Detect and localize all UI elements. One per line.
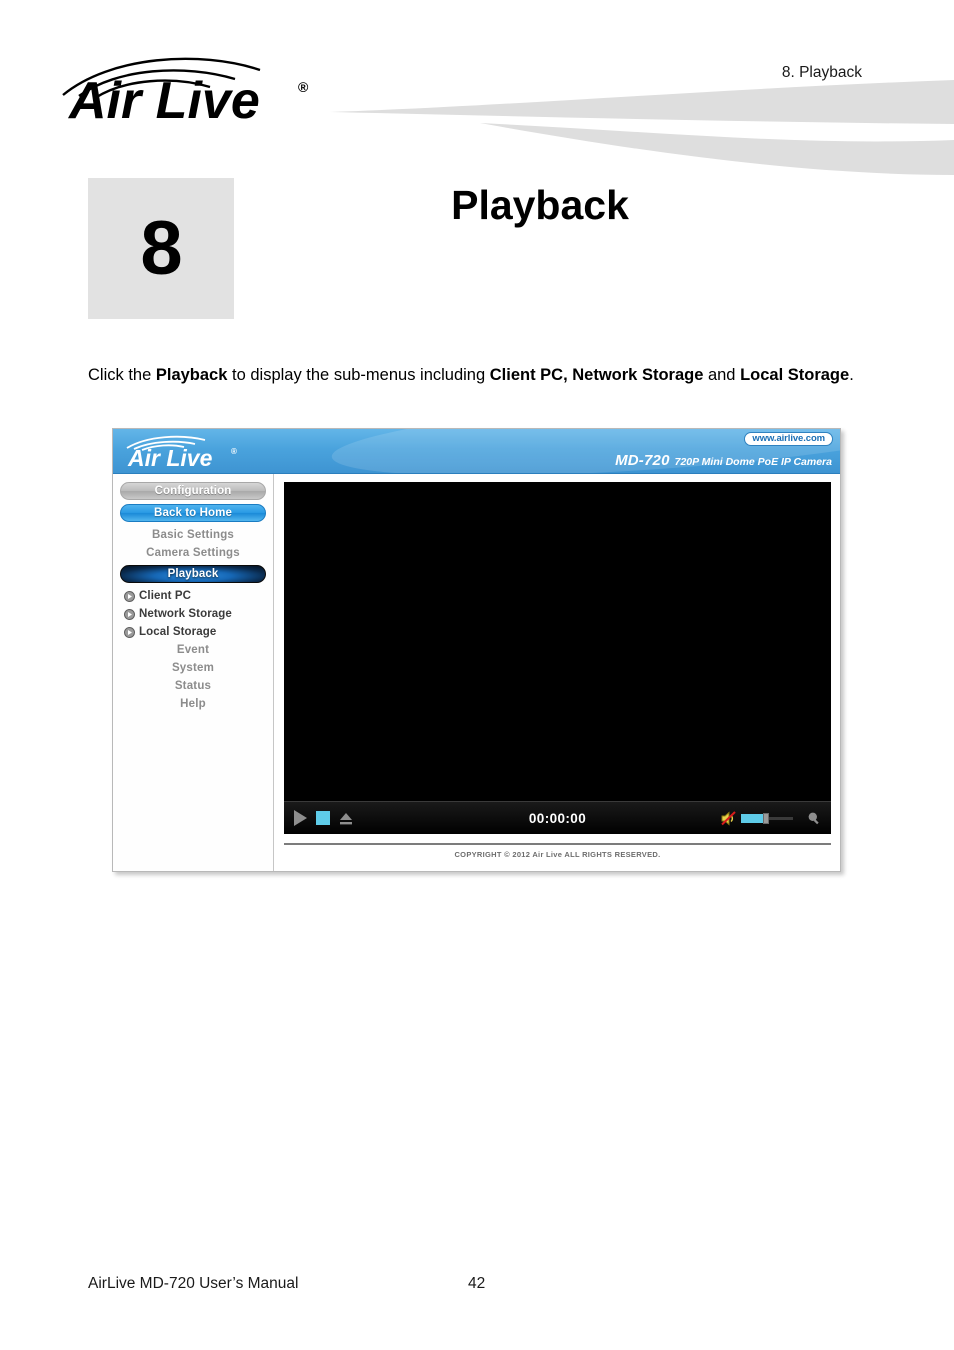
ui-sidebar-menu: Configuration Back to Home Basic Setting…: [113, 474, 274, 871]
sidebar-label-system: System: [171, 662, 215, 674]
sidebar-label-configuration: Configuration: [154, 485, 232, 497]
sidebar-item-system[interactable]: System: [113, 659, 273, 677]
sidebar-item-status[interactable]: Status: [113, 677, 273, 695]
sidebar-label-local-storage: Local Storage: [139, 626, 217, 638]
sidebar-item-client-pc[interactable]: Client PC: [113, 587, 273, 605]
intro-text-1: Click the: [88, 365, 156, 384]
volume-handle[interactable]: [763, 812, 769, 824]
sidebar-item-playback[interactable]: Playback: [120, 565, 266, 583]
intro-bold-client-pc-network-storage: Client PC, Network Storage: [489, 365, 704, 384]
video-player-panel: 00:00:00: [284, 482, 831, 834]
ui-model-description: 720P Mini Dome PoE IP Camera: [674, 456, 832, 468]
svg-text:®: ®: [231, 447, 237, 456]
intro-bold-playback: Playback: [155, 365, 228, 384]
intro-paragraph: Click the Playback to display the sub-me…: [88, 361, 863, 390]
footer-page-number: 42: [468, 1275, 486, 1292]
svg-text:Air Live: Air Live: [127, 445, 213, 471]
play-circle-icon: [124, 590, 135, 602]
ui-copyright-footer: COPYRIGHT © 2012 Air Live ALL RIGHTS RES…: [284, 843, 831, 859]
sidebar-label-basic-settings: Basic Settings: [151, 529, 235, 541]
video-display-area[interactable]: [284, 482, 831, 801]
intro-text-3: and: [703, 365, 741, 384]
page-title: Playback: [451, 182, 629, 228]
intro-bold-local-storage: Local Storage: [740, 365, 850, 384]
header-swoosh-graphic: [330, 80, 954, 175]
play-circle-icon: [124, 608, 135, 620]
ui-content-area: 00:00:00 COPYRIGHT © 2012 Air Live ALL R…: [274, 474, 840, 871]
speaker-muted-icon[interactable]: [721, 810, 738, 826]
volume-slider[interactable]: [741, 812, 793, 824]
ui-model-info: MD-720 720P Mini Dome PoE IP Camera: [615, 452, 832, 470]
sidebar-label-network-storage: Network Storage: [139, 608, 232, 620]
svg-text:Air Live: Air Live: [67, 72, 260, 123]
audio-controls: [721, 810, 821, 826]
camera-web-ui-screenshot: Air Live ® www.airlive.com MD-720 720P Mi…: [112, 428, 841, 872]
ui-header-bar: Air Live ® www.airlive.com MD-720 720P Mi…: [113, 429, 840, 474]
player-control-bar: 00:00:00: [284, 801, 831, 834]
sidebar-label-back-to-home: Back to Home: [154, 507, 232, 519]
sidebar-item-configuration[interactable]: Configuration: [120, 482, 266, 500]
sidebar-item-help[interactable]: Help: [113, 695, 273, 713]
sidebar-item-camera-settings[interactable]: Camera Settings: [113, 544, 273, 562]
sidebar-item-back-to-home[interactable]: Back to Home: [120, 504, 266, 522]
chapter-number-badge: 8: [88, 178, 234, 319]
page-header: 8. Playback Air Live ®: [0, 0, 954, 175]
ui-website-link[interactable]: www.airlive.com: [744, 432, 833, 446]
sidebar-item-local-storage[interactable]: Local Storage: [113, 623, 273, 641]
magnifier-icon[interactable]: [807, 811, 821, 825]
sidebar-item-event[interactable]: Event: [113, 641, 273, 659]
sidebar-item-basic-settings[interactable]: Basic Settings: [113, 526, 273, 544]
sidebar-label-help: Help: [180, 698, 206, 710]
sidebar-label-event: Event: [176, 644, 210, 656]
intro-text-4: .: [849, 365, 854, 384]
ui-body: Configuration Back to Home Basic Setting…: [113, 474, 840, 871]
intro-text-2: to display the sub-menus including: [227, 365, 490, 384]
sidebar-label-playback: Playback: [167, 568, 219, 580]
play-circle-icon: [124, 626, 135, 638]
svg-text:®: ®: [298, 79, 309, 95]
chapter-number: 8: [140, 205, 182, 291]
ui-airlive-logo: Air Live ®: [121, 433, 271, 471]
volume-fill: [741, 813, 763, 823]
sidebar-label-client-pc: Client PC: [139, 590, 192, 602]
airlive-logo: Air Live ®: [55, 48, 355, 130]
sidebar-label-status: Status: [174, 680, 212, 692]
ui-model-name: MD-720: [615, 452, 670, 469]
footer-manual-title: AirLive MD-720 User’s Manual: [88, 1275, 299, 1292]
sidebar-label-camera-settings: Camera Settings: [146, 547, 240, 559]
sidebar-item-network-storage[interactable]: Network Storage: [113, 605, 273, 623]
